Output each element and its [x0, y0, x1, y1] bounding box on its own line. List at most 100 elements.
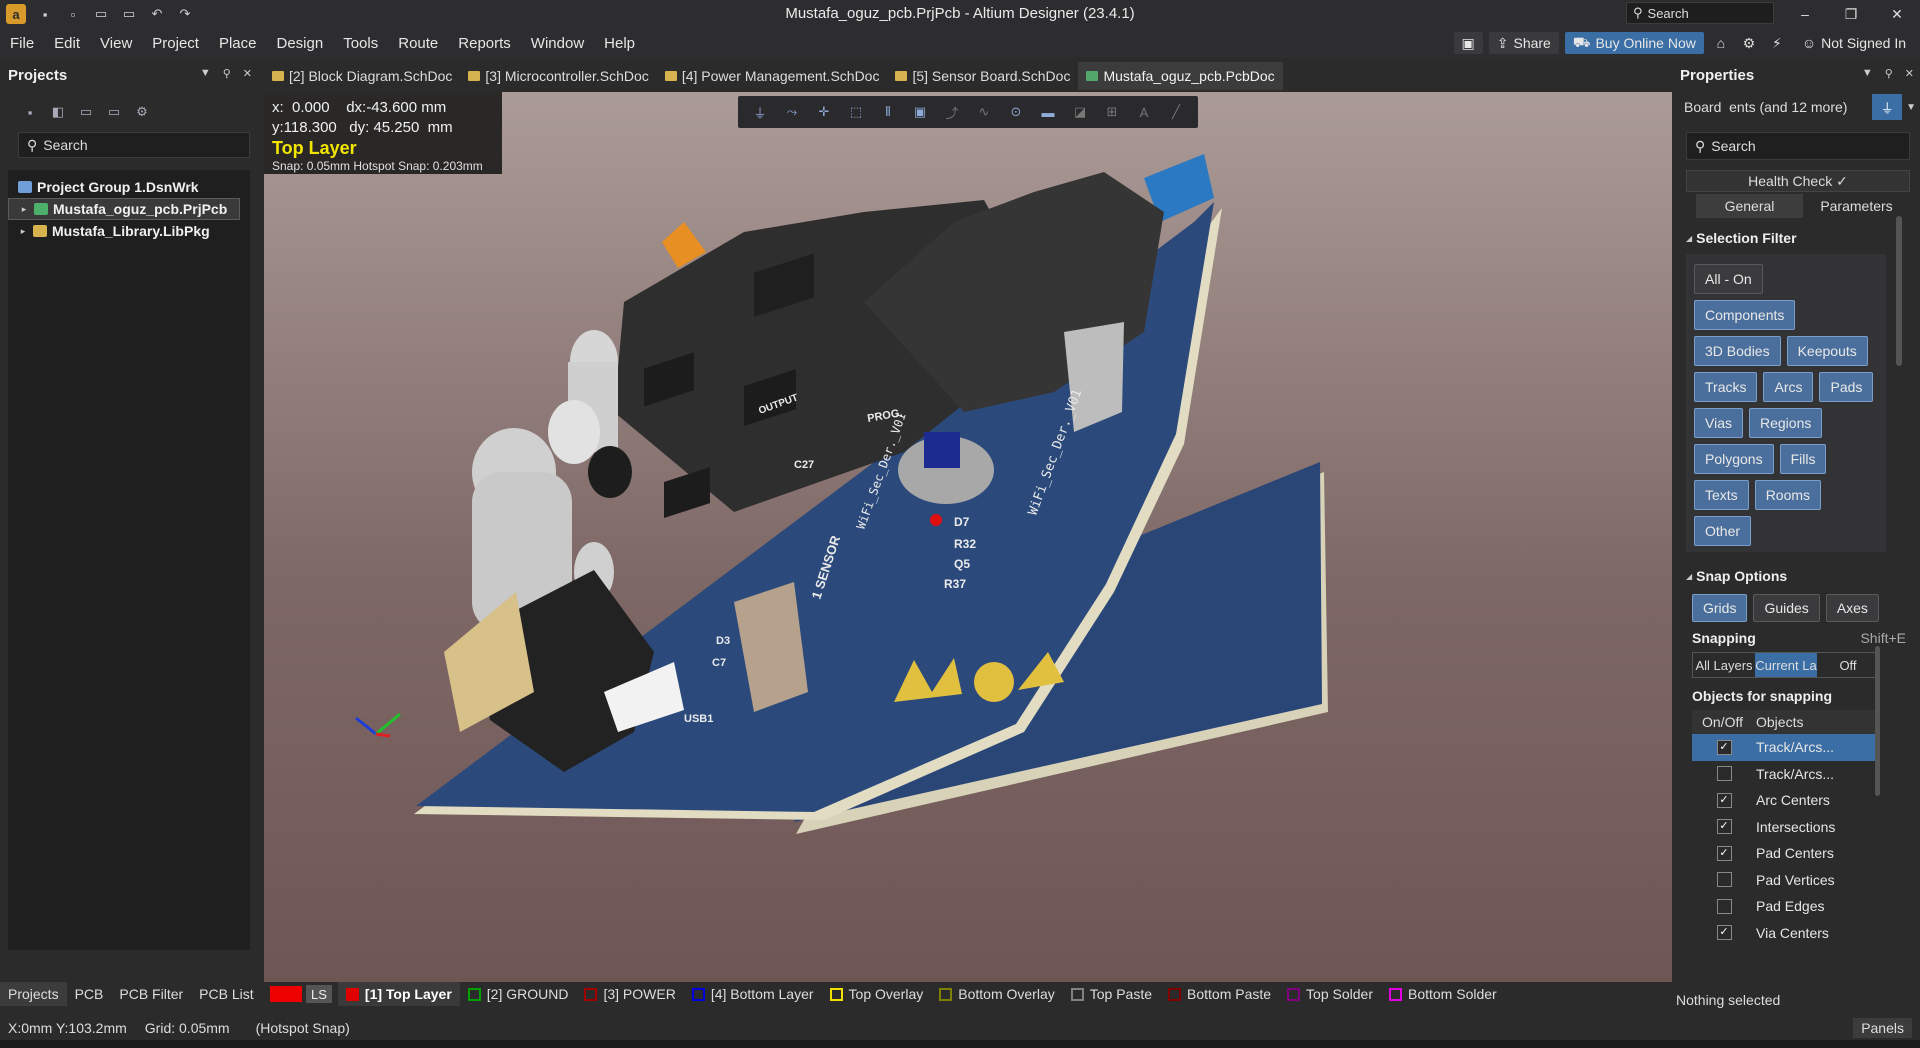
snapping-all-layers[interactable]: All Layers [1693, 653, 1755, 677]
checkbox[interactable] [1716, 766, 1732, 782]
tab-pcb-doc[interactable]: Mustafa_oguz_pcb.PcbDoc [1078, 62, 1283, 90]
restore-button[interactable]: ❐ [1828, 0, 1874, 28]
tab-microcontroller[interactable]: [3] Microcontroller.SchDoc [460, 62, 656, 90]
layer-tab[interactable]: Bottom Paste [1160, 982, 1279, 1006]
panels-button[interactable]: Panels [1853, 1018, 1912, 1038]
close-icon[interactable]: ✕ [243, 67, 252, 80]
altium-logo-icon[interactable]: a [6, 4, 26, 24]
layer-tab[interactable]: Bottom Solder [1381, 982, 1505, 1006]
open-folder-icon[interactable]: ▭ [92, 5, 110, 23]
checkbox[interactable]: ✓ [1716, 792, 1732, 808]
layer-tab[interactable]: Top Overlay [822, 982, 932, 1006]
feedback-button[interactable]: ▣ [1453, 32, 1483, 54]
tree-item-project-group[interactable]: Project Group 1.DsnWrk [8, 176, 250, 198]
layer-tab[interactable]: Top Solder [1279, 982, 1381, 1006]
menu-edit[interactable]: Edit [44, 35, 90, 52]
snapping-off[interactable]: Off [1817, 653, 1879, 677]
filter-all-on-button[interactable]: All - On [1694, 264, 1763, 294]
filter-3d-bodies-button[interactable]: 3D Bodies [1694, 336, 1781, 366]
global-search-input[interactable]: ⚲ Search [1626, 2, 1774, 24]
align-icon[interactable]: ⫴ [878, 102, 898, 122]
panel-menu-icon[interactable]: ▼ [1862, 67, 1873, 80]
filter-texts-button[interactable]: Texts [1694, 480, 1749, 510]
filter-fills-button[interactable]: Fills [1779, 444, 1827, 474]
filter-vias-button[interactable]: Vias [1694, 408, 1743, 438]
open-document-icon[interactable]: ▭ [78, 104, 94, 120]
pin-icon[interactable]: ⚲ [1885, 67, 1893, 80]
filter-pads-button[interactable]: Pads [1819, 372, 1874, 402]
filter-regions-button[interactable]: Regions [1748, 408, 1823, 438]
filter-tracks-button[interactable]: Tracks [1694, 372, 1758, 402]
snap-object-row[interactable]: ✓ Intersections [1692, 814, 1880, 841]
chevron-down-icon[interactable]: ▼ [1906, 102, 1920, 113]
checkbox[interactable]: ✓ [1716, 739, 1732, 755]
pin-icon[interactable]: ⚲ [223, 67, 231, 80]
projects-search-input[interactable]: ⚲ Search [18, 132, 250, 158]
snap-table-scrollbar[interactable] [1875, 646, 1880, 796]
snap-object-row[interactable]: Track/Arcs... [1692, 761, 1880, 788]
component-icon[interactable]: ▣ [910, 102, 930, 122]
selection-filter-header[interactable]: ◢ Selection Filter [1686, 230, 1920, 246]
snap-object-row[interactable]: ✓ Pad Centers [1692, 840, 1880, 867]
home-icon[interactable]: ⌂ [1710, 32, 1732, 54]
menu-project[interactable]: Project [142, 35, 209, 52]
board-filter-text[interactable]: Board ents (and 12 more) [1684, 99, 1868, 115]
move-icon[interactable]: ✛ [814, 102, 834, 122]
snap-object-row[interactable]: ✓ Arc Centers [1692, 787, 1880, 814]
snap-object-row[interactable]: Pad Vertices [1692, 867, 1880, 894]
diff-pair-icon[interactable]: ∿ [974, 102, 994, 122]
tab-general[interactable]: General [1696, 194, 1803, 218]
checkbox[interactable] [1716, 898, 1732, 914]
menu-place[interactable]: Place [209, 35, 267, 52]
tab-power-management[interactable]: [4] Power Management.SchDoc [657, 62, 888, 90]
gear-icon[interactable]: ⚙ [1738, 32, 1760, 54]
save-all-icon[interactable]: ▫ [64, 5, 82, 23]
menu-file[interactable]: File [0, 35, 44, 52]
layer-tab[interactable]: [3] POWER [576, 982, 683, 1006]
snap-object-row[interactable]: Pad Edges [1692, 893, 1880, 920]
menu-window[interactable]: Window [521, 35, 594, 52]
tab-pcb-list[interactable]: PCB List [191, 982, 261, 1006]
pcb-3d-viewport[interactable]: 1 SENSOR WiFi_Sec_Der._V01 WiFi_Sec_Der.… [264, 92, 1672, 982]
checkbox[interactable]: ✓ [1716, 819, 1732, 835]
notifications-icon[interactable]: ⚡ [1766, 32, 1788, 54]
close-document-icon[interactable]: ▭ [106, 104, 122, 120]
filter-icon[interactable]: ⏚ [750, 102, 770, 122]
filter-rooms-button[interactable]: Rooms [1754, 480, 1822, 510]
tab-pcb-filter[interactable]: PCB Filter [111, 982, 191, 1006]
save-icon[interactable]: ▪ [36, 5, 54, 23]
snap-options-header[interactable]: ◢ Snap Options [1686, 568, 1920, 584]
health-check-button[interactable]: Health Check ✓ [1686, 170, 1910, 192]
interactive-route-icon[interactable]: ⤴ [942, 102, 962, 122]
fill-icon[interactable]: ▬ [1038, 102, 1058, 122]
route-icon[interactable]: ⤳ [782, 102, 802, 122]
save-project-icon[interactable]: ▪ [22, 104, 38, 120]
tab-projects[interactable]: Projects [0, 982, 67, 1006]
region-icon[interactable]: ◪ [1070, 102, 1090, 122]
panel-menu-icon[interactable]: ▼ [200, 67, 211, 80]
expand-arrow-icon[interactable]: ▸ [19, 204, 29, 215]
filter-components-button[interactable]: Components [1694, 300, 1796, 330]
snapping-current-layer[interactable]: Current La [1755, 653, 1817, 677]
minimize-button[interactable]: – [1782, 0, 1828, 28]
line-icon[interactable]: ╱ [1166, 102, 1186, 122]
layer-tab[interactable]: [4] Bottom Layer [684, 982, 822, 1006]
close-icon[interactable]: ✕ [1905, 67, 1914, 80]
tab-pcb[interactable]: PCB [67, 982, 112, 1006]
share-button[interactable]: ⇪ Share [1488, 32, 1559, 54]
project-options-gear-icon[interactable]: ⚙ [134, 104, 150, 120]
menu-design[interactable]: Design [267, 35, 334, 52]
menu-route[interactable]: Route [388, 35, 448, 52]
tab-block-diagram[interactable]: [2] Block Diagram.SchDoc [264, 62, 460, 90]
layer-tab[interactable]: Top Paste [1063, 982, 1160, 1006]
open-project-icon[interactable]: ▭ [120, 5, 138, 23]
text-icon[interactable]: A [1134, 102, 1154, 122]
via-icon[interactable]: ⊙ [1006, 102, 1026, 122]
checkbox[interactable]: ✓ [1716, 845, 1732, 861]
user-account-button[interactable]: ☺ Not Signed In [1794, 32, 1914, 54]
checkbox[interactable] [1716, 872, 1732, 888]
filter-polygons-button[interactable]: Polygons [1694, 444, 1774, 474]
filter-keepouts-button[interactable]: Keepouts [1786, 336, 1868, 366]
expand-arrow-icon[interactable]: ▸ [18, 226, 28, 237]
filter-arcs-button[interactable]: Arcs [1763, 372, 1814, 402]
